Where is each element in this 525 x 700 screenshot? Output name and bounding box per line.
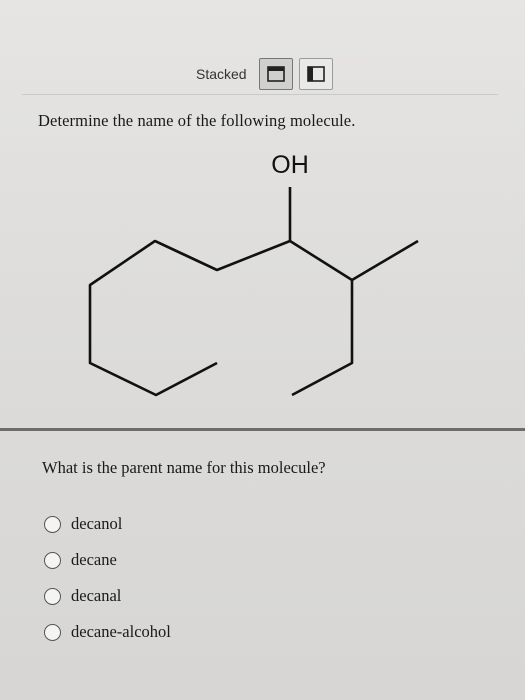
option-decanol[interactable]: decanol xyxy=(44,506,171,542)
radio-button[interactable] xyxy=(44,623,61,641)
cyclohexane-ring xyxy=(88,239,218,397)
option-label: decane xyxy=(71,550,117,569)
stacked-layout-button[interactable] xyxy=(258,58,293,90)
radio-button[interactable] xyxy=(44,587,61,605)
side-by-side-layout-button[interactable] xyxy=(298,58,333,90)
option-label: decanal xyxy=(71,586,122,605)
layout-toolbar: Stacked xyxy=(196,58,333,90)
option-decane-alcohol[interactable]: decane-alcohol xyxy=(44,614,171,650)
side-by-side-layout-icon xyxy=(306,66,325,82)
radio-button[interactable] xyxy=(44,515,61,533)
stacked-layout-icon xyxy=(266,66,285,82)
molecule-structure: OH xyxy=(88,151,419,397)
hydroxyl-label: OH xyxy=(271,151,309,179)
option-decane[interactable]: decane xyxy=(44,542,171,578)
main-chain xyxy=(154,239,419,282)
ethyl-branch xyxy=(291,280,354,397)
option-decanal[interactable]: decanal xyxy=(44,578,171,614)
option-label: decane-alcohol xyxy=(71,622,171,641)
layout-label: Stacked xyxy=(196,66,247,82)
question-panel: Determine the name of the following mole… xyxy=(22,94,498,427)
quiz-screen: Stacked Determine the name of the follow… xyxy=(0,0,525,700)
sub-question: What is the parent name for this molecul… xyxy=(42,458,326,477)
section-divider xyxy=(0,428,525,431)
option-label: decanol xyxy=(71,514,123,533)
radio-button[interactable] xyxy=(44,551,61,569)
answer-options: decanol decane decanal decane-alcohol xyxy=(44,506,171,650)
